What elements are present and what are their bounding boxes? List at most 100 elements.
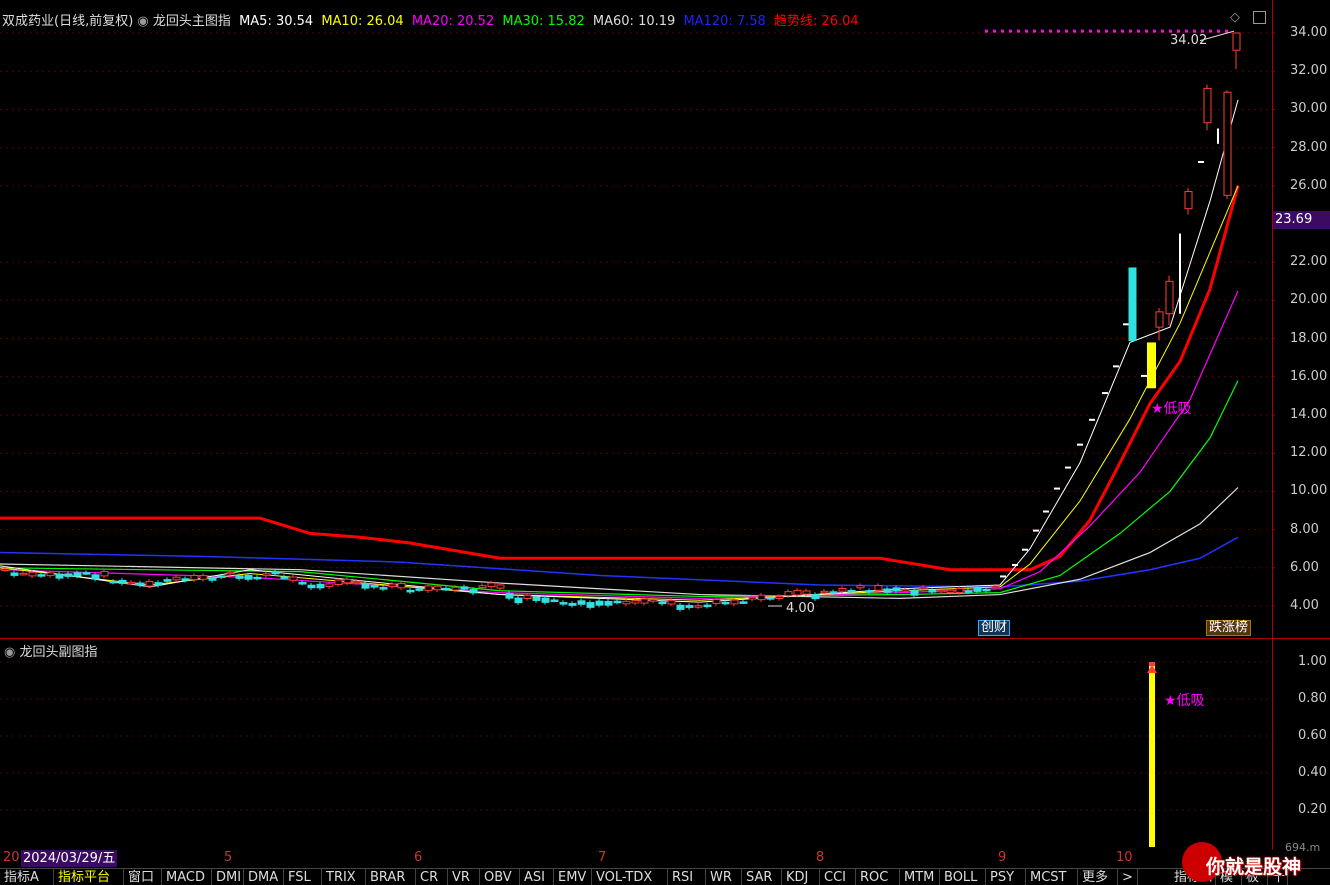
indicator-tab[interactable]: ASI [520,869,554,885]
candle [199,575,208,580]
candle [703,604,712,608]
candle [568,602,577,606]
candle [10,572,19,576]
indicator-tab[interactable]: RSI [668,869,706,885]
sub-tick-label: 0.60 [1298,728,1327,743]
candle [415,588,424,591]
candle [262,573,271,576]
candle [973,587,982,592]
indicator-tab[interactable]: VOL-TDX [592,869,668,885]
ma10-line [0,185,1239,601]
ma5-line [0,99,1239,603]
indicator-tab[interactable]: 指标A [0,869,54,885]
indicator-tab[interactable]: FSL [284,869,322,885]
indicator-tab[interactable]: KDJ [782,869,820,885]
finance-tag[interactable]: 创财 [978,620,1011,636]
sub-buy-signal-label: ★低吸 [1164,693,1205,709]
limit-up-mark [1077,443,1083,446]
indicator-tab[interactable]: OBV [480,869,520,885]
indicator-tab[interactable]: 指标平台 [54,869,124,885]
indicator-tab[interactable]: TRIX [322,869,366,885]
diamond-icon[interactable]: ◇ [1230,10,1240,25]
month-label: 10 [1116,850,1133,865]
candle [883,588,892,593]
ma20-value: MA20: 20.52 [411,14,495,29]
indicator-tab[interactable]: ROC [856,869,900,885]
indicator-tab[interactable]: CR [416,869,448,885]
indicator-tab[interactable]: SAR [742,869,782,885]
stock-title: 双成药业(日线,前复权) [2,14,134,29]
recent-candle [1184,191,1193,210]
indicator-tab[interactable]: CCI [820,869,856,885]
sub-tick-label: 0.20 [1298,802,1327,817]
indicator-tab[interactable]: MCST [1026,869,1078,885]
indicator-tab[interactable]: 更多 [1078,869,1118,885]
candle [595,600,604,606]
candle [712,599,721,604]
main-price-chart[interactable] [0,0,1275,640]
main-indicator-name[interactable]: 龙回头主图指 [153,14,231,29]
candle [271,571,280,575]
window-toggle-icon[interactable] [1253,11,1266,24]
candle [964,590,973,593]
candle [226,571,235,575]
sub-indicator-chart[interactable] [0,640,1272,850]
candle [145,580,154,587]
candle [937,589,946,593]
rank-tag[interactable]: 跌涨榜 [1206,620,1252,636]
indicator-tab[interactable]: DMA [244,869,284,885]
annotation-marks [768,29,1235,607]
candle [487,582,496,587]
indicator-tab[interactable]: BOLL [940,869,986,885]
current-price-badge: 23.69 [1273,211,1330,229]
candle [991,585,1000,589]
indicator-tab[interactable]: BRAR [366,869,416,885]
indicator-tab[interactable]: WR [706,869,742,885]
candle [361,583,370,589]
candle [757,594,766,601]
candle [865,590,874,593]
price-tick-label: 16.00 [1290,368,1328,384]
indicator-tab[interactable]: VR [448,869,480,885]
signal-up-arrow-icon [1147,665,1157,673]
indicator-tab[interactable]: > [1118,869,1138,885]
ma30-value: MA30: 15.82 [502,14,585,29]
recent-candle [1165,280,1174,315]
price-tick-label: 10.00 [1290,483,1328,499]
candle [91,574,100,580]
candle [919,586,928,590]
signal-bar [1149,662,1155,847]
recent-candle [1203,87,1212,124]
candle [577,600,586,605]
recent-candle [1223,91,1232,196]
sub-grid [0,661,1272,811]
indicator-tab[interactable]: EMV [554,869,592,885]
candle [514,597,523,604]
indicator-tab[interactable]: MACD [162,869,212,885]
indicator-tab[interactable]: MTM [900,869,940,885]
candle [325,583,334,587]
indicator-tab[interactable]: DMI [212,869,244,885]
candle [928,590,937,593]
rank-tag-prefix: 跌 [1209,620,1223,635]
price-tick-label: 32.00 [1290,63,1328,79]
candle [289,576,298,581]
candle [829,591,838,594]
indicator-toggle-icon[interactable]: ◉ [137,14,148,29]
indicator-tab[interactable]: PSY [986,869,1026,885]
candle [793,589,802,596]
candle [505,593,514,599]
indicator-tab[interactable]: 窗口 [124,869,162,885]
moving-average-lines [0,99,1240,603]
ma30-line [0,380,1239,598]
candle [784,591,793,597]
candle [109,580,118,584]
price-tick-label: 20.00 [1290,292,1328,308]
month-label: 6 [414,850,423,865]
candle [28,571,37,577]
limit-up-mark [1054,487,1060,490]
price-axis-border [1272,0,1273,850]
candle [721,601,730,605]
candle [730,599,739,605]
candle [892,587,901,592]
